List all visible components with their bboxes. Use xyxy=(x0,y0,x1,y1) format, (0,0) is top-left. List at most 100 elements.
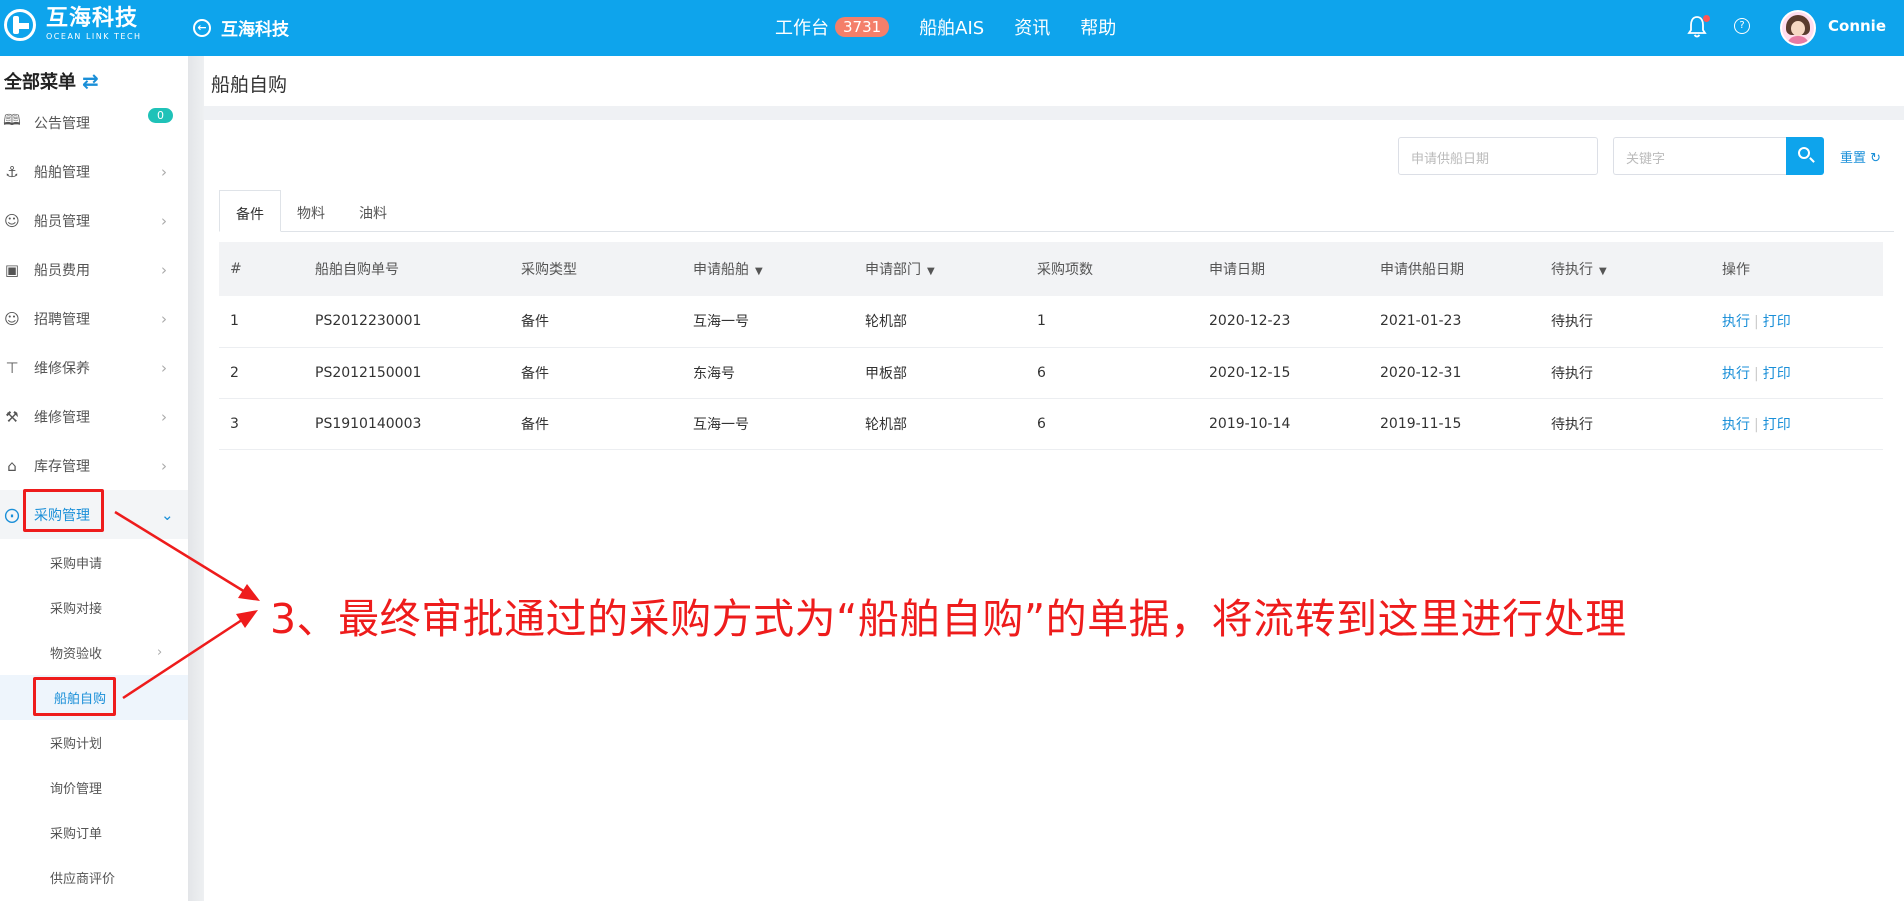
chevron-right-icon: › xyxy=(161,358,167,377)
col-supply-date: 申请供船日期 xyxy=(1369,242,1540,296)
col-purchase-type: 采购类型 xyxy=(510,242,682,296)
sidebar-item-crew[interactable]: ☺ 船员管理 › xyxy=(0,196,188,245)
sub-item-supplier-eval[interactable]: 供应商评价 xyxy=(0,855,188,900)
sidebar-item-label: 维修保养 xyxy=(34,360,90,377)
print-link[interactable]: 打印 xyxy=(1763,314,1791,330)
chevron-right-icon: › xyxy=(161,211,167,230)
nav-workbench[interactable]: 工作台 3731 xyxy=(775,14,890,40)
sidebar-item-label: 船舶管理 xyxy=(34,164,90,181)
cell-order-no: PS2012230001 xyxy=(304,296,510,348)
nav-help[interactable]: 帮助 xyxy=(1080,14,1116,40)
hammer-icon: ⊤ xyxy=(5,358,19,377)
nav-workbench-label: 工作台 xyxy=(775,18,829,39)
username[interactable]: Connie xyxy=(1828,17,1886,35)
col-status-label: 待执行 xyxy=(1551,262,1593,278)
execute-link[interactable]: 执行 xyxy=(1722,417,1750,433)
cell-count: 6 xyxy=(1026,398,1198,450)
recruit-icon: ☺ xyxy=(4,309,20,328)
nav-news[interactable]: 资讯 xyxy=(1014,14,1050,40)
orders-table: # 船舶自购单号 采购类型 申请船舶 ▼ 申请部门 ▼ 采购项数 申请日期 申请供船… xyxy=(219,242,1883,450)
chevron-right-icon: › xyxy=(161,407,167,426)
menu-title-label: 全部菜单 xyxy=(4,72,76,93)
chevron-down-icon: ⌄ xyxy=(161,505,174,524)
logo[interactable]: 互海科技 OCEAN LINK TECH xyxy=(4,8,142,41)
back-label: 互海科技 xyxy=(221,20,289,40)
anchor-icon: ⚓ xyxy=(5,162,19,181)
sidebar-item-label: 船员管理 xyxy=(34,213,90,230)
sidebar-item-label: 船员费用 xyxy=(34,262,90,279)
back-button[interactable]: ← 互海科技 xyxy=(193,15,289,40)
cell-dept: 甲板部 xyxy=(854,347,1026,399)
top-nav: 工作台 3731 船舶AIS 资讯 帮助 xyxy=(775,14,1146,40)
sub-item-purchase-docking[interactable]: 采购对接 xyxy=(0,585,188,630)
refresh-icon: ↻ xyxy=(1870,151,1882,166)
execute-link[interactable]: 执行 xyxy=(1722,366,1750,382)
cell-type: 备件 xyxy=(510,296,682,348)
search-button[interactable] xyxy=(1786,137,1824,175)
cell-actions: 执行 | 打印 xyxy=(1711,296,1883,348)
sidebar-item-recruit[interactable]: ☺ 招聘管理 › xyxy=(0,294,188,343)
col-index: # xyxy=(219,242,304,296)
table-row: 2 PS2012150001 备件 东海号 甲板部 6 2020-12-15 2… xyxy=(219,347,1883,399)
supply-date-filter[interactable]: 申请供船日期 xyxy=(1398,137,1598,175)
sidebar-item-notice[interactable]: 🕮 公告管理 xyxy=(0,98,188,147)
caret-down-icon: ▼ xyxy=(755,266,763,277)
logo-subtitle: OCEAN LINK TECH xyxy=(46,32,142,41)
cell-supply-date: 2020-12-31 xyxy=(1369,347,1540,399)
top-bar: 互海科技 OCEAN LINK TECH ← 互海科技 工作台 3731 船舶A… xyxy=(0,0,1904,56)
divider xyxy=(204,106,1904,120)
col-status[interactable]: 待执行 ▼ xyxy=(1540,242,1711,296)
print-link[interactable]: 打印 xyxy=(1763,417,1791,433)
sidebar-item-ship[interactable]: ⚓ 船舶管理 › xyxy=(0,147,188,196)
sub-item-purchase-order[interactable]: 采购订单 xyxy=(0,810,188,855)
cell-supply-date: 2019-11-15 xyxy=(1369,398,1540,450)
cell-ship: 东海号 xyxy=(682,347,854,399)
sub-item-label: 物资验收 xyxy=(50,647,103,662)
sub-item-inquiry[interactable]: 询价管理 xyxy=(0,765,188,810)
cell-apply-date: 2019-10-14 xyxy=(1198,398,1369,450)
keyword-input[interactable]: 关键字 xyxy=(1613,137,1786,175)
swap-icon[interactable]: ⇄ xyxy=(82,69,99,93)
chevron-right-icon: › xyxy=(161,260,167,279)
table-row: 1 PS2012230001 备件 互海一号 轮机部 1 2020-12-23 … xyxy=(219,296,1883,348)
highlight-box-self-purchase xyxy=(33,677,116,716)
reset-button[interactable]: 重置 ↻ xyxy=(1840,147,1881,166)
sidebar-item-label: 公告管理 xyxy=(34,115,90,132)
cell-index: 3 xyxy=(219,398,304,450)
col-actions: 操作 xyxy=(1711,242,1883,296)
execute-link[interactable]: 执行 xyxy=(1722,314,1750,330)
sidebar-item-repair[interactable]: ⚒ 维修管理 › xyxy=(0,392,188,441)
tab-oil[interactable]: 油料 xyxy=(343,190,403,232)
sidebar-item-label: 维修管理 xyxy=(34,409,90,426)
tab-materials[interactable]: 物料 xyxy=(281,190,341,232)
cell-index: 2 xyxy=(219,347,304,399)
cell-actions: 执行 | 打印 xyxy=(1711,398,1883,450)
print-link[interactable]: 打印 xyxy=(1763,366,1791,382)
col-order-no: 船舶自购单号 xyxy=(304,242,510,296)
cell-order-no: PS1910140003 xyxy=(304,398,510,450)
cell-dept: 轮机部 xyxy=(854,398,1026,450)
help-icon[interactable]: ? xyxy=(1734,18,1750,34)
back-arrow-icon: ← xyxy=(193,18,211,37)
chevron-right-icon: › xyxy=(161,162,167,181)
tab-spare-parts[interactable]: 备件 xyxy=(219,190,281,232)
sub-item-goods-acceptance[interactable]: 物资验收 › xyxy=(0,630,188,675)
sub-item-purchase-request[interactable]: 采购申请 xyxy=(0,540,188,585)
bell-icon[interactable] xyxy=(1687,15,1710,39)
home-icon: ⌂ xyxy=(7,456,17,475)
sidebar-divider xyxy=(188,56,204,901)
sidebar-item-inventory[interactable]: ⌂ 库存管理 › xyxy=(0,441,188,490)
search-icon xyxy=(1798,147,1810,159)
cell-apply-date: 2020-12-15 xyxy=(1198,347,1369,399)
sidebar-item-maintenance[interactable]: ⊤ 维修保养 › xyxy=(0,343,188,392)
nav-ship-ais[interactable]: 船舶AIS xyxy=(919,14,984,40)
col-department[interactable]: 申请部门 ▼ xyxy=(854,242,1026,296)
wrench-icon: ⚒ xyxy=(5,407,19,426)
table-header: # 船舶自购单号 采购类型 申请船舶 ▼ 申请部门 ▼ 采购项数 申请日期 申请供船… xyxy=(219,242,1883,296)
col-ship[interactable]: 申请船舶 ▼ xyxy=(682,242,854,296)
sub-item-purchase-plan[interactable]: 采购计划 xyxy=(0,720,188,765)
cell-order-no: PS2012150001 xyxy=(304,347,510,399)
avatar[interactable] xyxy=(1780,10,1816,46)
sidebar-item-crew-cost[interactable]: ▣ 船员费用 › xyxy=(0,245,188,294)
col-department-label: 申请部门 xyxy=(865,262,921,278)
